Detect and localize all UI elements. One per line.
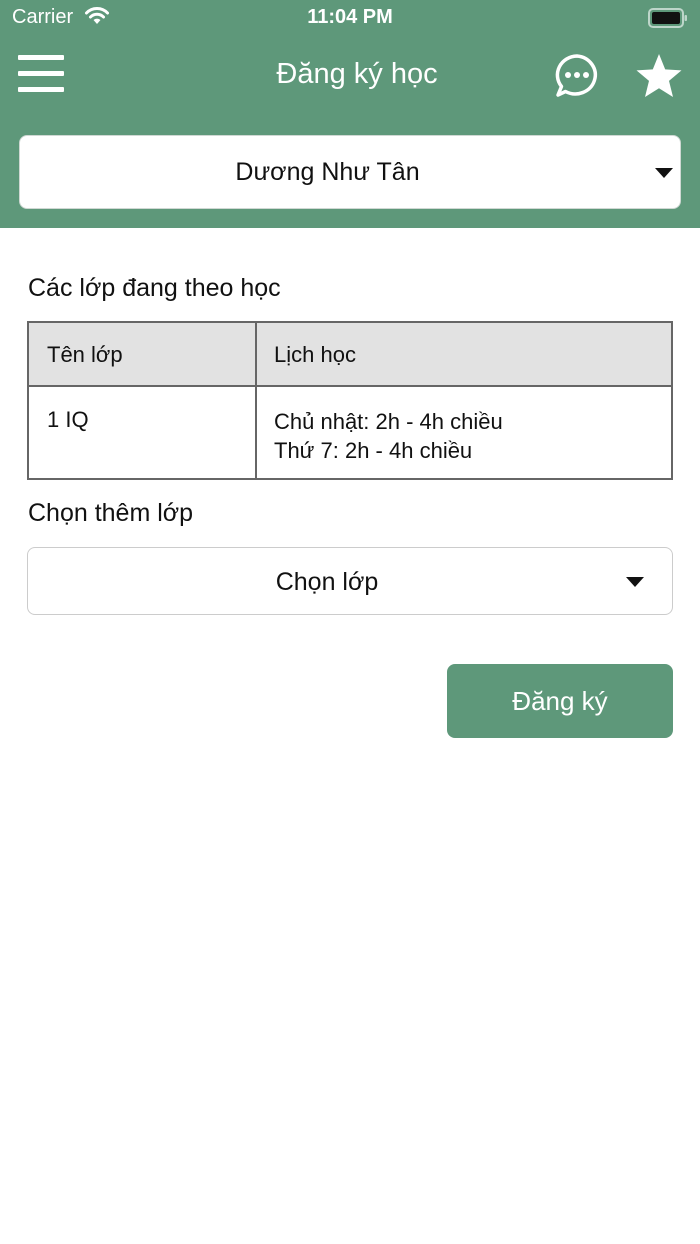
class-select-value: Chọn lớp [275,568,379,596]
column-header-schedule: Lịch học [274,342,356,367]
register-button[interactable]: Đăng ký [447,664,673,738]
app-header: Carrier 11:04 PM Đăng ký học Dương Như T… [0,0,700,228]
current-classes-table: Tên lớp Lịch học 1 IQ Chủ nhật: 2h - 4h … [27,321,673,480]
table-row: 1 IQ Chủ nhật: 2h - 4h chiều Thứ 7: 2h -… [29,389,671,478]
dropdown-arrow-icon [626,577,644,587]
page-title: Đăng ký học [276,58,438,90]
student-select-dropdown[interactable]: Dương Như Tân [19,135,681,209]
dropdown-arrow-icon [655,168,673,178]
status-bar: Carrier 11:04 PM [0,0,700,36]
chat-bubble-icon[interactable] [553,52,601,100]
menu-icon[interactable] [18,55,64,93]
class-select-dropdown[interactable]: Chọn lớp [27,547,673,615]
column-divider [255,323,257,478]
table-header-row: Tên lớp Lịch học [29,323,671,387]
current-classes-title: Các lớp đang theo học [28,274,281,302]
schedule-cell: Chủ nhật: 2h - 4h chiều Thứ 7: 2h - 4h c… [274,407,503,465]
status-time: 11:04 PM [307,6,393,28]
battery-icon [648,8,687,28]
schedule-line: Thứ 7: 2h - 4h chiều [274,438,473,463]
class-name-cell: 1 IQ [47,407,89,432]
schedule-line: Chủ nhật: 2h - 4h chiều [274,409,503,434]
add-class-title: Chọn thêm lớp [28,499,194,527]
column-header-class-name: Tên lớp [47,342,123,367]
star-icon[interactable] [635,52,683,100]
student-select-value: Dương Như Tân [235,158,420,186]
navigation-bar: Đăng ký học [0,36,700,116]
